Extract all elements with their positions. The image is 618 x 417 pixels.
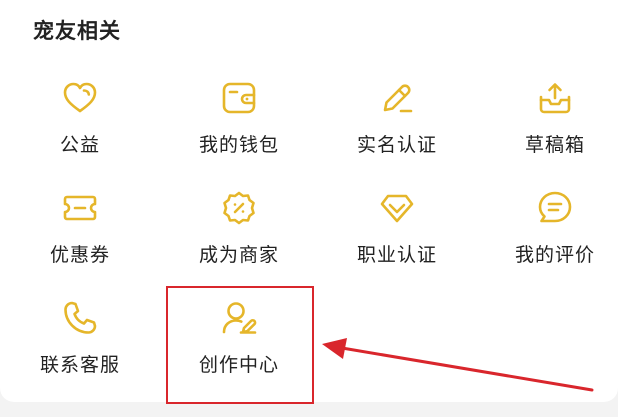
phone-icon (60, 298, 100, 338)
discount-badge-icon (219, 188, 259, 228)
section-title: 宠友相关 (33, 19, 121, 43)
pencil-icon (377, 78, 417, 118)
feature-item-charity[interactable]: 公益 (5, 72, 155, 172)
feature-item-wallet[interactable]: 我的钱包 (164, 72, 314, 172)
feature-item-creator-center[interactable]: 创作中心 (164, 292, 314, 392)
feature-item-professional-verification[interactable]: 职业认证 (322, 182, 472, 282)
pet-friends-card: 宠友相关 公益 我的钱包 实名认证 草稿箱 优惠券 成为商家 职业认证 我的评价… (0, 0, 618, 402)
inbox-upload-icon (535, 78, 575, 118)
feature-label: 联系客服 (39, 354, 120, 376)
feature-label: 创作中心 (198, 354, 279, 376)
feature-label: 职业认证 (356, 244, 437, 266)
wallet-icon (219, 78, 259, 118)
user-edit-icon (219, 298, 259, 338)
feature-label: 公益 (59, 134, 100, 156)
feature-label: 我的评价 (514, 244, 595, 266)
coupon-icon (60, 188, 100, 228)
diamond-icon (377, 188, 417, 228)
feature-item-coupons[interactable]: 优惠券 (5, 182, 155, 282)
feature-item-real-name-verification[interactable]: 实名认证 (322, 72, 472, 172)
feature-label: 成为商家 (198, 244, 279, 266)
feature-label: 我的钱包 (198, 134, 279, 156)
feature-item-my-reviews[interactable]: 我的评价 (480, 182, 618, 282)
feature-label: 草稿箱 (524, 134, 585, 156)
feature-item-contact-support[interactable]: 联系客服 (5, 292, 155, 392)
feature-label: 实名认证 (356, 134, 437, 156)
feature-item-drafts[interactable]: 草稿箱 (480, 72, 618, 172)
comment-icon (535, 188, 575, 228)
feature-item-become-merchant[interactable]: 成为商家 (164, 182, 314, 282)
feature-label: 优惠券 (49, 244, 110, 266)
heart-icon (60, 78, 100, 118)
